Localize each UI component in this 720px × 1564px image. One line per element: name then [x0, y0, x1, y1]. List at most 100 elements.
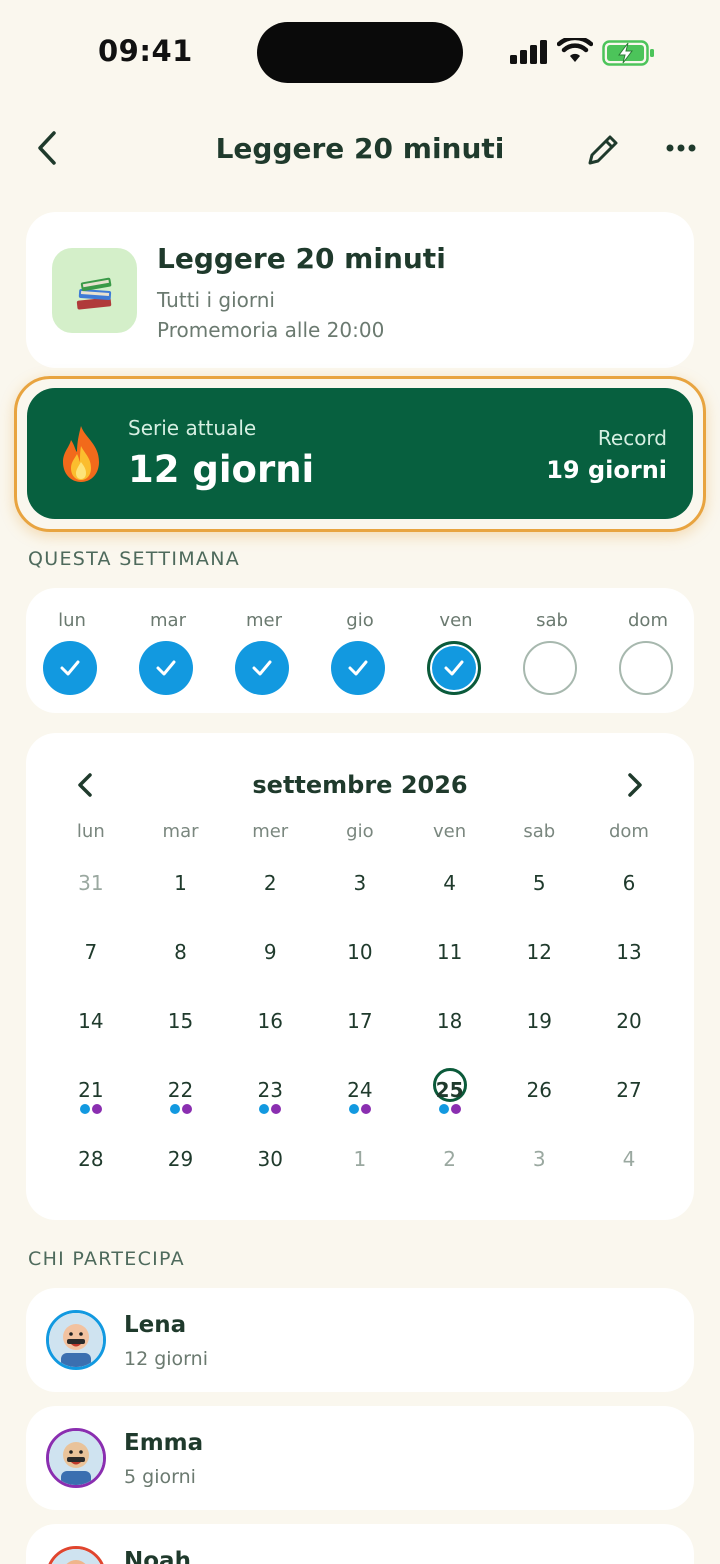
calendar-day[interactable]: 31 [46, 855, 136, 924]
calendar-day-number: 8 [174, 940, 187, 964]
participants-section-label: CHI PARTECIPA [28, 1248, 185, 1270]
calendar-day[interactable]: 8 [136, 924, 226, 993]
participant-row[interactable]: Emma 5 giorni [26, 1406, 694, 1510]
habit-title: Leggere 20 minuti [157, 242, 446, 275]
calendar-day-number: 22 [167, 1078, 194, 1102]
calendar-day-number: 3 [532, 1147, 546, 1171]
calendar-day[interactable]: 21 [46, 1062, 136, 1131]
calendar-day[interactable]: 17 [315, 993, 405, 1062]
calendar-day[interactable]: 25 [405, 1062, 495, 1131]
completion-dot-blue [438, 1104, 449, 1114]
calendar-day[interactable]: 2 [225, 855, 315, 924]
calendar-day-number: 7 [84, 940, 98, 964]
calendar-day[interactable]: 30 [225, 1131, 315, 1200]
calendar-day[interactable]: 10 [315, 924, 405, 993]
calendar-day-number: 27 [616, 1078, 642, 1102]
more-options-button[interactable] [662, 127, 702, 171]
calendar-day-number: 4 [622, 1147, 636, 1171]
calendar-day[interactable]: 12 [494, 924, 584, 993]
calendar-day[interactable]: 7 [46, 924, 136, 993]
day-check-toggle[interactable] [43, 641, 97, 695]
calendar-week-row: 14 15 16 17 18 19 20 [46, 993, 674, 1062]
week-day-label: lun [58, 610, 86, 631]
calendar-day-number: 9 [263, 940, 277, 964]
completion-dots [46, 1104, 136, 1114]
record-value: 19 giorni [546, 456, 667, 484]
current-streak-value: 12 giorni [128, 448, 315, 491]
calendar-week-row: 21 22 23 24 25 26 27 [46, 1062, 674, 1131]
participant-row[interactable]: Lena 12 giorni [26, 1288, 694, 1392]
calendar-day[interactable]: 20 [584, 993, 674, 1062]
calendar-day[interactable]: 15 [136, 993, 226, 1062]
participant-streak: 5 giorni [124, 1466, 196, 1488]
week-day-gio: gio [312, 588, 408, 713]
calendar-day-number: 1 [174, 871, 187, 895]
calendar-day[interactable]: 26 [494, 1062, 584, 1131]
calendar-day-number: 17 [347, 1009, 373, 1033]
next-month-button[interactable] [618, 769, 650, 801]
calendar-weekday-label: ven [433, 821, 467, 842]
participant-name: Emma [124, 1430, 204, 1456]
calendar-day-number: 14 [78, 1009, 104, 1033]
calendar-day[interactable]: 11 [405, 924, 495, 993]
signal-icon [510, 40, 547, 64]
calendar-weekday-label: mar [162, 821, 199, 842]
participant-row[interactable]: Noah [26, 1524, 694, 1564]
day-check-toggle[interactable] [139, 641, 193, 695]
calendar-day[interactable]: 3 [494, 1131, 584, 1200]
calendar-day-number: 20 [616, 1009, 642, 1033]
calendar-day[interactable]: 13 [584, 924, 674, 993]
calendar-day-number: 10 [347, 940, 373, 964]
calendar-day[interactable]: 27 [584, 1062, 674, 1131]
edit-button[interactable] [582, 127, 622, 171]
calendar-day[interactable]: 4 [584, 1131, 674, 1200]
calendar-day[interactable]: 1 [136, 855, 226, 924]
day-check-toggle[interactable] [331, 641, 385, 695]
streak-card: Serie attuale 12 giorni Record 19 giorni [27, 388, 693, 519]
calendar-month-title: settembre 2026 [252, 771, 468, 799]
completion-dot-blue [348, 1104, 359, 1114]
completion-dots [315, 1104, 405, 1114]
day-check-toggle[interactable] [235, 641, 289, 695]
calendar-day-number: 25 [435, 1078, 464, 1102]
day-check-toggle[interactable] [619, 641, 673, 695]
calendar-day-number: 1 [353, 1147, 367, 1171]
calendar-day[interactable]: 1 [315, 1131, 405, 1200]
week-section-label: QUESTA SETTIMANA [28, 548, 241, 570]
calendar-day-number: 15 [167, 1009, 194, 1033]
completion-dots [136, 1104, 226, 1114]
calendar-day[interactable]: 19 [494, 993, 584, 1062]
avatar [46, 1310, 106, 1370]
participant-streak: 12 giorni [124, 1348, 208, 1370]
calendar-day[interactable]: 4 [405, 855, 495, 924]
calendar-day[interactable]: 6 [584, 855, 674, 924]
calendar-day[interactable]: 28 [46, 1131, 136, 1200]
day-check-toggle[interactable] [523, 641, 577, 695]
week-day-mer: mer [216, 588, 312, 713]
ellipsis-icon [666, 144, 696, 152]
calendar-day-number: 24 [347, 1078, 373, 1102]
calendar-day[interactable]: 23 [225, 1062, 315, 1131]
participant-name: Noah [124, 1548, 191, 1564]
calendar-day[interactable]: 16 [225, 993, 315, 1062]
day-check-toggle[interactable] [427, 641, 481, 695]
week-day-lun: lun [24, 588, 120, 713]
calendar-day[interactable]: 14 [46, 993, 136, 1062]
calendar-day[interactable]: 5 [494, 855, 584, 924]
week-card: lun mar mer gio ven sab dom [26, 588, 694, 713]
calendar-grid: lun mar mer gio ven sab dom 31 1 2 3 4 5 6 7 8 9 10 11 12 13… [46, 821, 674, 1200]
completion-dot-purple [181, 1104, 192, 1114]
avatar [46, 1428, 106, 1488]
calendar-day[interactable]: 2 [405, 1131, 495, 1200]
calendar-card: settembre 2026 lun mar mer gio ven sab dom 31 1 2… [26, 733, 694, 1220]
calendar-day[interactable]: 9 [225, 924, 315, 993]
calendar-day[interactable]: 22 [136, 1062, 226, 1131]
wifi-icon [557, 38, 593, 62]
status-bar: 09:41 [0, 0, 720, 105]
calendar-day[interactable]: 24 [315, 1062, 405, 1131]
books-icon [52, 248, 137, 333]
nav-bar: Leggere 20 minuti [0, 115, 720, 185]
calendar-day[interactable]: 29 [136, 1131, 226, 1200]
calendar-day[interactable]: 18 [405, 993, 495, 1062]
calendar-day[interactable]: 3 [315, 855, 405, 924]
